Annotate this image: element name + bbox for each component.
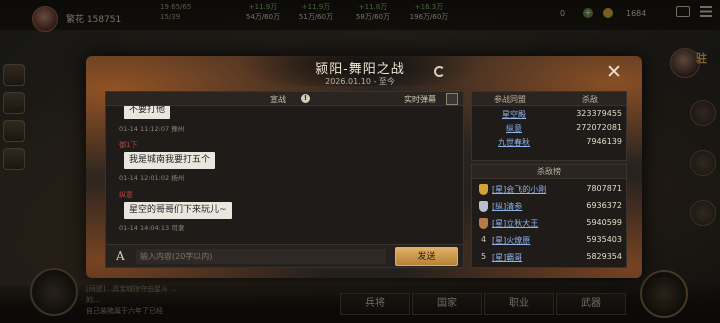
alliance-name[interactable]: 星空殿 <box>472 109 556 120</box>
message-bubble: 我是城南我要打五个 <box>124 152 216 169</box>
message-sender[interactable]: 纵意 <box>119 190 133 200</box>
player-kills: 5935403 <box>586 235 622 244</box>
chat-input-bar: A 发送 <box>106 244 463 267</box>
message-bubble: 星空的哥哥们下来玩儿~ <box>124 202 232 219</box>
alliance-kills: 323379455 <box>576 109 622 118</box>
alliance-row: 纵意 272072081 <box>472 123 626 137</box>
player-name-link[interactable]: [星]会飞的小刚 <box>492 184 546 195</box>
player-name-link[interactable]: [纵]清参 <box>492 201 522 212</box>
chat-title: 宣战 <box>270 95 286 104</box>
alliance-kills: 272072081 <box>576 123 622 132</box>
silver-medal-icon <box>479 201 488 212</box>
refresh-icon[interactable] <box>434 66 445 77</box>
player-name-link[interactable]: [星]火燎原 <box>492 235 530 246</box>
alliance-kills: 7946139 <box>586 137 622 146</box>
font-style-icon[interactable]: A <box>116 249 125 263</box>
message-time: 01-14 11:12:07 豫州 <box>119 125 185 133</box>
message-time: 01-14 12:01:02 扬州 <box>119 174 185 182</box>
leaderboard-row: [星]会飞的小刚 7807871 <box>472 182 626 198</box>
chat-input[interactable] <box>136 249 386 264</box>
player-kills: 6936372 <box>586 201 622 210</box>
send-button[interactable]: 发送 <box>395 247 458 266</box>
rank-number: 4 <box>480 235 487 244</box>
realtime-danmaku-checkbox[interactable] <box>446 93 458 105</box>
player-name-link[interactable]: [星]霸哥 <box>492 252 522 263</box>
col-alliance: 参战同盟 <box>494 95 526 104</box>
alliance-row: 星空殿 323379455 <box>472 109 626 123</box>
leaderboard-title: 杀敌榜 <box>472 165 626 179</box>
alliance-row: 九世春秋 7946139 <box>472 137 626 151</box>
player-kills: 7807871 <box>586 184 622 193</box>
chat-header: 宣战 ! 实时弹幕 <box>106 92 463 106</box>
alliance-name[interactable]: 纵意 <box>472 123 556 134</box>
bronze-medal-icon <box>479 218 488 229</box>
message-sender[interactable]: 御1下 <box>119 140 137 150</box>
player-kills: 5829354 <box>586 252 622 261</box>
close-button[interactable]: ✕ <box>606 62 622 82</box>
message-list[interactable]: 不要打他 01-14 11:12:07 豫州 御1下 我是城南我要打五个 01-… <box>106 106 463 244</box>
info-icon[interactable]: ! <box>301 94 310 103</box>
leaderboard-row: 5 [星]霸哥 5829354 <box>472 250 626 266</box>
leaderboard-row: [星]立秋大王 5940599 <box>472 216 626 232</box>
alliance-name[interactable]: 九世春秋 <box>472 137 556 148</box>
kill-leaderboard: 杀敌榜 [星]会飞的小刚 7807871 [纵]清参 6936372 [星]立秋… <box>471 164 627 268</box>
leaderboard-row: [纵]清参 6936372 <box>472 199 626 215</box>
declaration-chat-panel: 宣战 ! 实时弹幕 不要打他 01-14 11:12:07 豫州 御1下 我是城… <box>105 91 464 268</box>
rank-number: 5 <box>480 252 487 261</box>
gold-medal-icon <box>479 184 488 195</box>
alliances-header: 参战同盟 杀敌 <box>472 92 626 106</box>
realtime-danmaku-label: 实时弹幕 <box>404 95 436 104</box>
player-kills: 5940599 <box>586 218 622 227</box>
participating-alliances-table: 参战同盟 杀敌 星空殿 323379455 纵意 272072081 九世春秋 … <box>471 91 627 161</box>
message-bubble: 不要打他 <box>124 106 171 119</box>
player-name-link[interactable]: [星]立秋大王 <box>492 218 538 229</box>
col-kills: 杀敌 <box>582 95 598 104</box>
battle-date: 2026.01.10 - 至今 <box>325 77 395 86</box>
leaderboard-row: 4 [星]火燎原 5935403 <box>472 233 626 249</box>
message-time: 01-14 14:04:13 司隶 <box>119 224 185 232</box>
